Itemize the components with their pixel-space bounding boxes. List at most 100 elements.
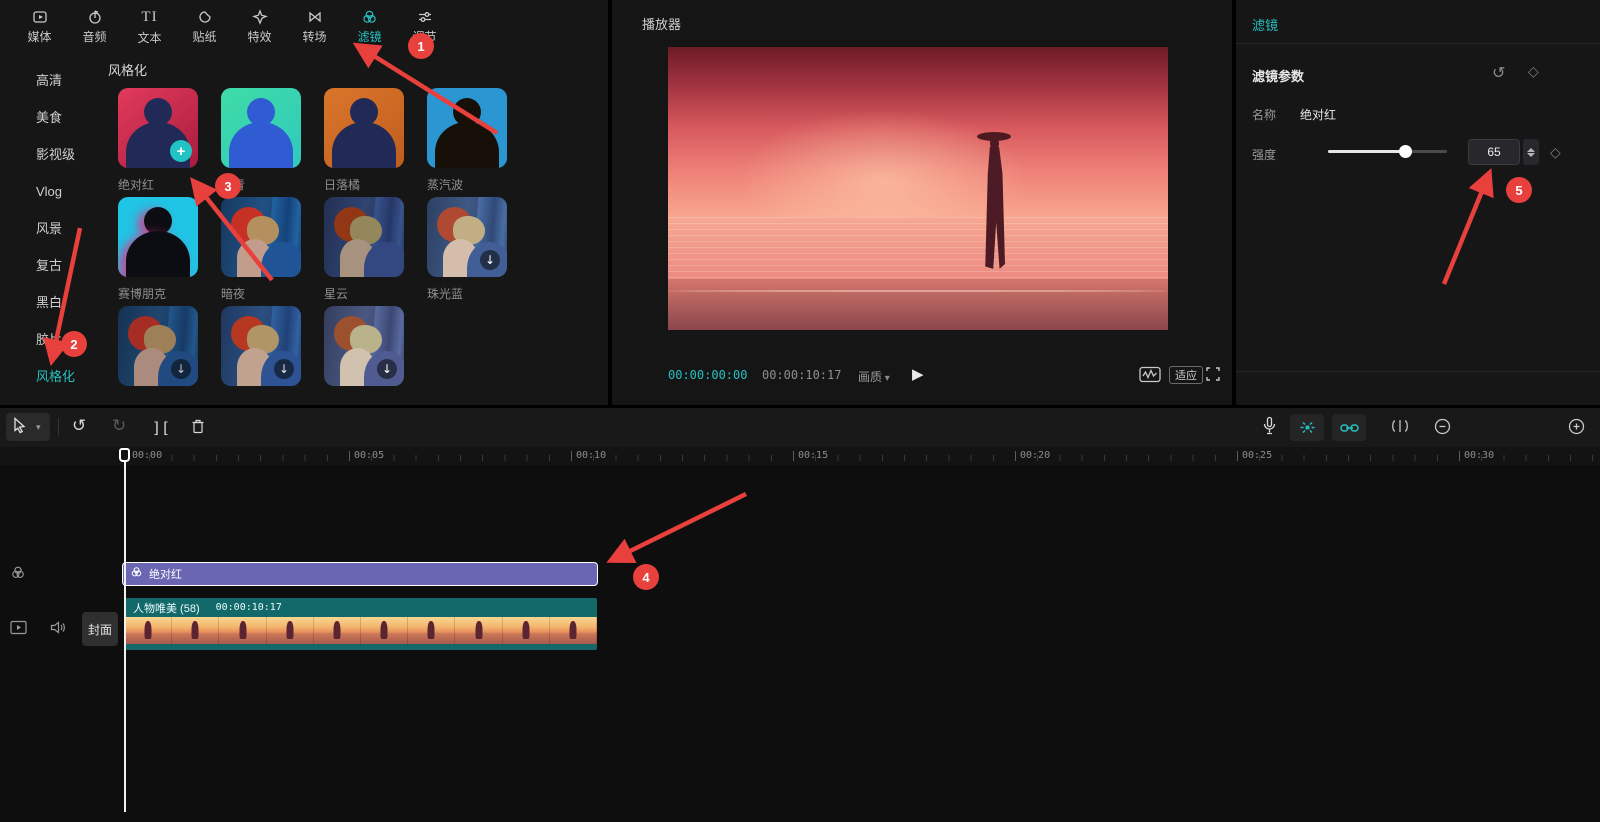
expand-clips-icon[interactable] — [1390, 419, 1410, 438]
filter-card-anye[interactable]: 暗夜 — [221, 197, 301, 298]
ruler-label: 00:05 — [354, 450, 384, 461]
filter-card-row3-3[interactable] — [324, 306, 404, 386]
tab-adjust[interactable]: 调节 — [397, 0, 452, 50]
filter-card-zhengqibo[interactable]: 蒸汽波 — [427, 88, 507, 189]
top-toolbar: 媒体 音频 文本 贴纸 特效 转场 滤镜 调节 — [0, 0, 608, 50]
link-preview-toggle[interactable] — [1332, 414, 1366, 441]
strength-keyframe-icon[interactable] — [1550, 145, 1561, 161]
video-clip-footer — [125, 644, 597, 650]
sidebar-item-cinematic[interactable]: 影视级 — [0, 136, 100, 173]
filter-card-xingyun[interactable]: 星云 — [324, 197, 404, 298]
mute-track-speaker-icon[interactable] — [50, 620, 67, 640]
video-preview[interactable] — [668, 47, 1168, 330]
redo-icon[interactable] — [112, 418, 126, 435]
add-filter-icon[interactable] — [170, 140, 192, 162]
delete-clip-icon[interactable] — [190, 418, 206, 440]
timeline-ruler[interactable]: 00:00 00:05 00:10 00:15 00:20 00:25 00:3… — [0, 447, 1600, 465]
current-timecode: 00:00:00:00 — [668, 368, 747, 382]
inspector-header: 滤镜 — [1236, 0, 1600, 44]
download-icon[interactable] — [377, 359, 397, 379]
tab-label: 滤镜 — [357, 28, 381, 45]
toolbar-divider — [58, 418, 59, 436]
tab-transitions[interactable]: 转场 — [287, 0, 342, 50]
media-icon — [32, 9, 48, 25]
playhead-handle[interactable] — [119, 448, 130, 462]
tab-effects[interactable]: 特效 — [232, 0, 287, 50]
filter-name: 暗夜 — [221, 277, 301, 298]
filter-name: 星云 — [324, 277, 404, 298]
tab-label: 调节 — [412, 28, 436, 45]
filter-name-value: 绝对红 — [1300, 106, 1336, 123]
sticker-icon — [197, 9, 213, 25]
download-icon[interactable] — [480, 250, 500, 270]
zoom-out-icon[interactable] — [1434, 418, 1451, 440]
filter-card-juedui-hong[interactable]: 绝对红 — [118, 88, 198, 189]
sidebar-item-food[interactable]: 美食 — [0, 99, 100, 136]
effects-star-icon — [252, 9, 268, 25]
download-icon[interactable] — [274, 359, 294, 379]
sidebar-item-scenery[interactable]: 风景 — [0, 210, 100, 247]
filter-browser-panel: 媒体 音频 文本 贴纸 特效 转场 滤镜 调节 — [0, 0, 608, 405]
name-label: 名称 — [1252, 106, 1276, 123]
keyframe-diamond-icon[interactable] — [1528, 64, 1539, 80]
sidebar-item-bw[interactable]: 黑白 — [0, 284, 100, 321]
download-icon[interactable] — [171, 359, 191, 379]
sidebar-item-hd[interactable]: 高清 — [0, 62, 100, 99]
text-icon — [141, 8, 157, 26]
sidebar-item-stylized[interactable]: 风格化 — [0, 358, 100, 395]
tab-label: 转场 — [302, 28, 326, 45]
quality-dropdown[interactable]: 画质 — [858, 368, 890, 385]
strength-stepper[interactable] — [1523, 139, 1539, 165]
filter-name: 绝对红 — [118, 168, 198, 189]
cursor-select-icon[interactable] — [12, 417, 27, 439]
fullscreen-icon[interactable] — [1205, 366, 1221, 385]
filter-card-zhuguanglan[interactable]: 珠光蓝 — [427, 197, 507, 298]
tab-media[interactable]: 媒体 — [12, 0, 67, 50]
cover-button[interactable]: 封面 — [82, 612, 118, 646]
tab-sticker[interactable]: 贴纸 — [177, 0, 232, 50]
filter-category-sidebar: 高清 美食 影视级 Vlog 风景 复古 黑白 胶片 风格化 — [0, 52, 100, 395]
chevron-down-icon[interactable]: ▾ — [36, 422, 41, 433]
ruler-label: 00:20 — [1020, 450, 1050, 461]
preview-beach — [668, 279, 1168, 330]
undo-icon[interactable] — [72, 418, 86, 435]
ruler-label: 00:10 — [576, 450, 606, 461]
filter-clip[interactable]: 绝对红 — [122, 562, 598, 586]
audio-icon — [87, 9, 103, 25]
filter-card-dianqing[interactable]: 靛青 — [221, 88, 301, 189]
fit-button[interactable]: 适应 — [1169, 366, 1203, 384]
timeline-panel: ▾ 00:00 00:05 00:10 00:15 00:20 00:25 00… — [0, 408, 1600, 822]
tab-filters[interactable]: 滤镜 — [342, 0, 397, 50]
play-button[interactable] — [912, 365, 924, 383]
strength-value-input[interactable]: 65 — [1468, 139, 1520, 165]
reset-params-icon[interactable] — [1492, 63, 1505, 82]
filter-thumb-silhouette — [427, 88, 507, 168]
video-clip[interactable]: 人物唯美 (58) 00:00:10:17 — [125, 598, 597, 650]
filter-params-title: 滤镜参数 — [1252, 66, 1304, 85]
filter-card-cyberpunk[interactable]: 赛博朋克 — [118, 197, 198, 298]
split-clip-icon[interactable] — [152, 419, 170, 437]
total-timecode: 00:00:10:17 — [762, 368, 841, 382]
zoom-in-icon[interactable] — [1568, 418, 1585, 440]
sidebar-item-vlog[interactable]: Vlog — [0, 173, 100, 210]
sidebar-item-retro[interactable]: 复古 — [0, 247, 100, 284]
playhead[interactable] — [124, 448, 126, 812]
tab-text[interactable]: 文本 — [122, 0, 177, 50]
waveform-preview-icon[interactable] — [1139, 366, 1161, 386]
video-track-icon[interactable] — [10, 620, 27, 640]
filter-clip-icon — [130, 565, 143, 583]
auto-snap-toggle[interactable] — [1290, 414, 1324, 441]
filter-thumb-silhouette — [221, 88, 301, 168]
filter-card-row3-2[interactable] — [221, 306, 301, 386]
sidebar-item-film[interactable]: 胶片 — [0, 321, 100, 358]
filter-card-riluoju[interactable]: 日落橘 — [324, 88, 404, 189]
filters-icon — [361, 9, 378, 25]
inspector-tab-filter[interactable]: 滤镜 — [1252, 15, 1278, 34]
filter-card-row3-1[interactable] — [118, 306, 198, 386]
strength-slider[interactable] — [1328, 150, 1447, 153]
slider-thumb[interactable] — [1399, 145, 1412, 158]
record-voiceover-mic-icon[interactable] — [1262, 416, 1277, 441]
filter-name: 日落橘 — [324, 168, 404, 189]
player-title: 播放器 — [642, 14, 681, 33]
tab-audio[interactable]: 音频 — [67, 0, 122, 50]
